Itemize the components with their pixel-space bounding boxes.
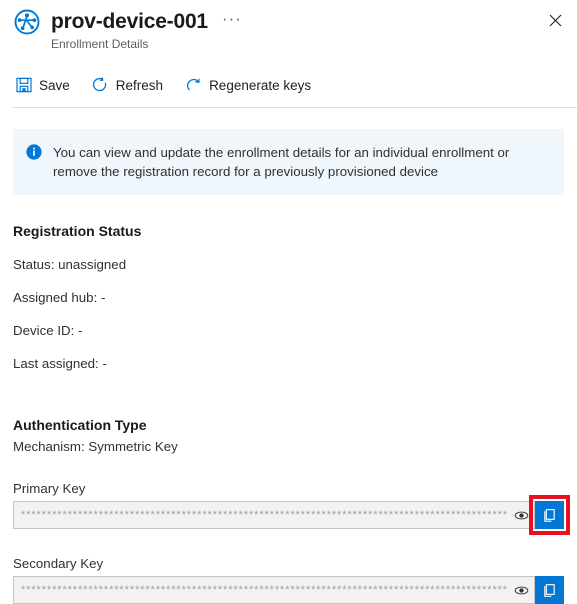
regenerate-keys-button-label: Regenerate keys	[209, 77, 312, 93]
secondary-key-input[interactable]: ****************************************…	[13, 576, 535, 604]
primary-key-label: Primary Key	[13, 481, 86, 496]
registration-status-heading: Registration Status	[13, 223, 142, 239]
primary-key-input[interactable]: ****************************************…	[13, 501, 535, 529]
more-options-button[interactable]: ···	[222, 9, 242, 29]
secondary-key-value: ****************************************…	[21, 584, 508, 596]
primary-key-copy-button[interactable]	[529, 495, 570, 535]
save-button[interactable]: Save	[13, 70, 80, 100]
command-toolbar: Save Refresh Regenerate keys	[0, 66, 577, 104]
blade-content: You can view and update the enrollment d…	[0, 129, 577, 604]
title-block: prov-device-001 ··· Enrollment Details	[51, 8, 577, 52]
close-button[interactable]	[541, 6, 569, 34]
secondary-key-label: Secondary Key	[13, 556, 104, 571]
primary-key-value: ****************************************…	[21, 509, 508, 521]
eye-icon	[514, 511, 528, 519]
save-button-label: Save	[39, 77, 70, 93]
primary-key-row: ****************************************…	[13, 495, 570, 535]
registration-status-row: Status: unassigned	[13, 257, 127, 272]
regenerate-icon	[185, 77, 202, 94]
info-banner-text: You can view and update the enrollment d…	[53, 145, 510, 179]
secondary-key-row: ****************************************…	[13, 576, 564, 604]
primary-key-reveal-button[interactable]	[508, 502, 534, 528]
authentication-type-heading: Authentication Type	[13, 417, 147, 433]
toolbar-divider	[13, 107, 577, 108]
copy-icon	[544, 508, 555, 522]
refresh-icon	[92, 77, 109, 94]
blade-header: prov-device-001 ··· Enrollment Details	[0, 0, 577, 56]
refresh-button[interactable]: Refresh	[90, 70, 173, 100]
close-icon	[549, 14, 561, 26]
registration-device-id-row: Device ID: -	[13, 323, 83, 338]
dps-device-provisioning-icon	[13, 8, 41, 36]
authentication-mechanism: Mechanism: Symmetric Key	[13, 439, 178, 454]
page-subtitle: Enrollment Details	[51, 37, 149, 51]
info-banner: You can view and update the enrollment d…	[13, 129, 564, 195]
copy-icon	[544, 583, 555, 597]
eye-icon	[514, 586, 528, 594]
registration-last-assigned-row: Last assigned: -	[13, 356, 107, 371]
regenerate-keys-button[interactable]: Regenerate keys	[183, 70, 321, 100]
registration-assigned-hub-row: Assigned hub: -	[13, 290, 106, 305]
info-icon	[26, 144, 42, 160]
save-icon	[15, 77, 32, 94]
refresh-button-label: Refresh	[115, 77, 164, 93]
page-title: prov-device-001	[51, 10, 208, 33]
secondary-key-copy-button[interactable]	[535, 576, 564, 604]
secondary-key-reveal-button[interactable]	[508, 577, 534, 603]
